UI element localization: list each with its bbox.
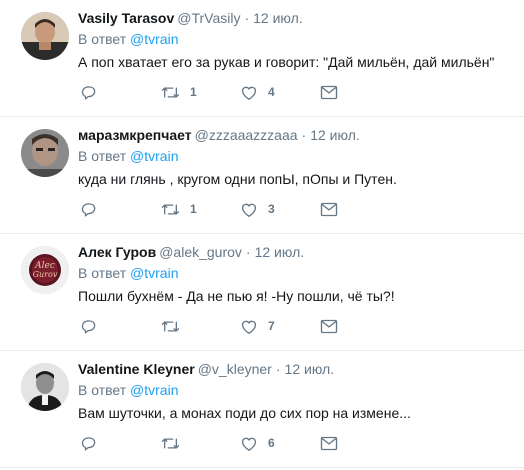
reply-prefix: В ответ <box>78 31 127 47</box>
reply-button[interactable] <box>80 433 97 453</box>
tweet-actions: 1 4 <box>78 82 358 102</box>
tweet: Alec Gurov Алек Гуров @alek_gurov · 12 июл.… <box>0 234 524 351</box>
tweet-content: Valentine Kleyner @v_kleyner · 12 июл. В от… <box>78 359 516 423</box>
tweet-text: А поп хватает его за рукав и говорит: "Д… <box>78 54 495 70</box>
retweet-button[interactable] <box>161 316 190 336</box>
author-handle[interactable]: @v_kleyner <box>198 361 272 377</box>
author-name[interactable]: Vasily Tarasov <box>78 10 174 26</box>
author-name[interactable]: маразмкрепчает <box>78 127 192 143</box>
reply-prefix: В ответ <box>78 265 127 281</box>
like-button[interactable]: 4 <box>240 82 275 102</box>
tweet-time[interactable]: 12 июл. <box>255 244 305 260</box>
reply-mention[interactable]: @tvrain <box>130 265 178 281</box>
retweet-icon <box>161 437 180 449</box>
message-icon <box>320 202 338 216</box>
avatar-photo <box>21 12 69 60</box>
tweet-header: Алек Гуров @alek_gurov · 12 июл. <box>78 242 516 262</box>
like-icon <box>241 437 257 451</box>
separator-dot: · <box>275 361 281 377</box>
like-button[interactable]: 7 <box>240 316 275 336</box>
tweet-text: Вам шуточки, а монах поди до сих пор на … <box>78 405 411 421</box>
avatar[interactable] <box>21 363 69 411</box>
tweet: Valentine Kleyner @v_kleyner · 12 июл. В от… <box>0 351 524 468</box>
avatar-photo <box>21 129 69 177</box>
tweet-actions: 7 <box>78 316 358 336</box>
reply-context: В ответ @tvrain <box>78 146 516 166</box>
like-button[interactable]: 6 <box>240 433 275 453</box>
tweet-time[interactable]: 12 июл. <box>285 361 335 377</box>
like-icon <box>241 320 257 334</box>
reply-button[interactable] <box>80 199 97 219</box>
tweet-actions: 1 3 <box>78 199 358 219</box>
message-icon <box>320 85 338 99</box>
reply-button[interactable] <box>80 316 97 336</box>
author-handle[interactable]: @alek_gurov <box>159 244 242 260</box>
tweet-text: куда ни глянь , кругом одни попЫ, пОпы и… <box>78 171 397 187</box>
tweet-time[interactable]: 12 июл. <box>253 10 303 26</box>
avatar-photo: Alec Gurov <box>21 246 69 294</box>
message-icon <box>320 436 338 450</box>
reply-mention[interactable]: @tvrain <box>130 382 178 398</box>
author-handle[interactable]: @TrVasily <box>177 10 240 26</box>
retweet-count: 1 <box>190 202 197 216</box>
message-icon <box>320 319 338 333</box>
like-icon <box>241 203 257 217</box>
direct-message-button[interactable] <box>320 82 338 102</box>
tweet-text: Пошли бухнём - Да не пью я! -Ну пошли, ч… <box>78 288 395 304</box>
direct-message-button[interactable] <box>320 199 338 219</box>
author-name[interactable]: Valentine Kleyner <box>78 361 195 377</box>
tweet-header: Vasily Tarasov @TrVasily · 12 июл. <box>78 8 516 28</box>
like-button[interactable]: 3 <box>240 199 275 219</box>
direct-message-button[interactable] <box>320 316 338 336</box>
separator-dot: · <box>301 127 307 143</box>
retweet-icon <box>161 203 180 215</box>
reply-context: В ответ @tvrain <box>78 29 516 49</box>
tweet-header: Valentine Kleyner @v_kleyner · 12 июл. <box>78 359 516 379</box>
reply-mention[interactable]: @tvrain <box>130 31 178 47</box>
like-count: 6 <box>268 436 275 450</box>
reply-icon <box>81 202 96 217</box>
avatar[interactable] <box>21 12 69 60</box>
tweet: маразмкрепчает @zzzaaazzzaaa · 12 июл. В от… <box>0 117 524 234</box>
tweet-time[interactable]: 12 июл. <box>310 127 360 143</box>
tweet-content: Vasily Tarasov @TrVasily · 12 июл. В ответ … <box>78 8 516 72</box>
tweet-content: маразмкрепчает @zzzaaazzzaaa · 12 июл. В от… <box>78 125 516 189</box>
reply-prefix: В ответ <box>78 382 127 398</box>
reply-context: В ответ @tvrain <box>78 263 516 283</box>
reply-mention[interactable]: @tvrain <box>130 148 178 164</box>
reply-context: В ответ @tvrain <box>78 380 516 400</box>
like-count: 4 <box>268 85 275 99</box>
like-count: 3 <box>268 202 275 216</box>
retweet-icon <box>161 86 180 98</box>
retweet-button[interactable] <box>161 433 190 453</box>
avatar-logo-text: Gurov <box>33 270 58 279</box>
reply-icon <box>81 85 96 100</box>
reply-icon <box>81 436 96 451</box>
tweet-header: маразмкрепчает @zzzaaazzzaaa · 12 июл. <box>78 125 516 145</box>
author-handle[interactable]: @zzzaaazzzaaa <box>195 127 298 143</box>
tweet: Vasily Tarasov @TrVasily · 12 июл. В ответ … <box>0 0 524 117</box>
separator-dot: · <box>244 10 250 26</box>
author-name[interactable]: Алек Гуров <box>78 244 156 260</box>
tweet-actions: 6 <box>78 433 358 453</box>
avatar-photo <box>21 363 69 411</box>
reply-icon <box>81 319 96 334</box>
direct-message-button[interactable] <box>320 433 338 453</box>
avatar[interactable] <box>21 129 69 177</box>
tweet-content: Алек Гуров @alek_gurov · 12 июл. В ответ @t… <box>78 242 516 306</box>
avatar[interactable]: Alec Gurov <box>21 246 69 294</box>
retweet-button[interactable]: 1 <box>161 199 197 219</box>
retweet-count: 1 <box>190 85 197 99</box>
like-count: 7 <box>268 319 275 333</box>
reply-button[interactable] <box>80 82 97 102</box>
retweet-button[interactable]: 1 <box>161 82 197 102</box>
separator-dot: · <box>245 244 251 260</box>
like-icon <box>241 86 257 100</box>
reply-prefix: В ответ <box>78 148 127 164</box>
retweet-icon <box>161 320 180 332</box>
